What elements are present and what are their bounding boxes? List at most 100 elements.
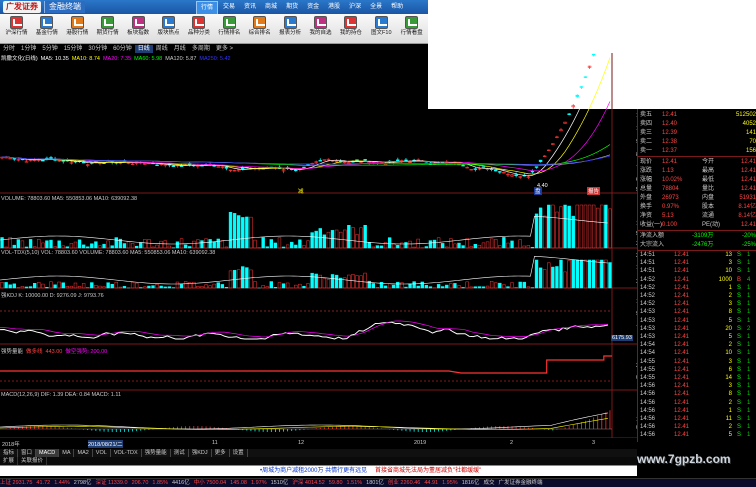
indicator-tab[interactable]: 设置 <box>230 449 248 457</box>
toolbar-button[interactable]: 行情看盘 <box>398 15 425 43</box>
chart-area[interactable]: 凯撒文化(日线) MA5: 10.35 MA10: 8.74 MA20: 7.35 MA… <box>0 53 651 448</box>
toolbar-button[interactable]: 图文F10 <box>368 15 395 43</box>
volume-bar <box>375 245 380 249</box>
period-tab[interactable]: 60分钟 <box>110 45 135 53</box>
period-tab[interactable]: 分时 <box>0 45 18 53</box>
indicator-tab[interactable]: 强KDJ <box>189 449 212 457</box>
ask-row[interactable]: 卖二 12.38 70 <box>640 138 756 146</box>
volume-bar <box>12 244 16 249</box>
period-tab[interactable]: 15分钟 <box>61 45 86 53</box>
menu-item[interactable]: 行情 <box>196 1 219 15</box>
toolbar-button[interactable]: 行情排名 <box>216 15 243 43</box>
ask-row[interactable]: 卖五 12.41 512502 <box>640 111 756 119</box>
indicator-tab[interactable]: 窗口 <box>18 449 37 457</box>
period-tab[interactable]: 周线 <box>153 45 171 53</box>
period-tab[interactable]: 5分钟 <box>39 45 60 53</box>
chart-canvas[interactable] <box>0 53 637 438</box>
period-tab[interactable]: 30分钟 <box>85 45 110 53</box>
volume-bar <box>65 246 69 249</box>
period-tab[interactable]: 多周期 <box>189 45 213 53</box>
menu-item[interactable]: 帮助 <box>387 1 407 15</box>
volume-bar <box>371 246 375 249</box>
toolbar-button[interactable]: 期货行情 <box>94 15 121 43</box>
menu-item[interactable]: 沪深 <box>345 1 365 15</box>
volume-bar <box>559 206 563 249</box>
menu-item[interactable]: 商城 <box>261 1 281 15</box>
info-value: 10.02% <box>662 177 683 183</box>
ma-value: MA20: 7.35 <box>102 56 132 62</box>
ask-row[interactable]: 卖四 12.40 4052 <box>640 120 756 128</box>
toolbar-button[interactable]: 我的持仓 <box>337 15 364 43</box>
news-item-1[interactable]: •周城为商户减租2000万 共情行更有远见 <box>260 466 367 476</box>
ask-row[interactable]: 卖三 12.39 141 <box>640 129 756 137</box>
info-value-2: 12.41 <box>740 168 756 174</box>
indicator-tab[interactable]: 测试 <box>171 449 189 457</box>
info-value-2: 8.14亿 <box>738 213 756 219</box>
toolbar-button[interactable]: 基金行情 <box>33 15 60 43</box>
menu-item[interactable]: 期货 <box>282 1 302 15</box>
menu-item[interactable]: 资金 <box>303 1 323 15</box>
indicator-tab[interactable]: MA2 <box>74 449 93 457</box>
indicator-tab[interactable]: MA <box>59 449 75 457</box>
toolbar-button[interactable]: 我的自选 <box>307 15 334 43</box>
indicator-tab[interactable]: 指标 <box>0 449 19 457</box>
volume-bar <box>81 244 86 249</box>
candle-body <box>8 157 12 160</box>
tick-count: 1 <box>747 399 751 406</box>
indicator-tab[interactable]: VOL-TDX <box>111 449 142 457</box>
toolbar-button[interactable]: 报表分析 <box>277 15 304 43</box>
vol-tdx-bar <box>4 282 8 289</box>
indicator-tab[interactable]: 更多 <box>212 449 230 457</box>
vol-tdx-bar <box>122 286 127 289</box>
indicator-tab[interactable]: VOL <box>93 449 111 457</box>
indicator-tab[interactable]: MACD <box>36 449 60 457</box>
tick-volume: 3 <box>728 358 732 365</box>
ask-row[interactable]: 卖一 12.37 156 <box>640 147 756 155</box>
ask-volume: 70 <box>749 139 756 145</box>
sub-tab[interactable]: 关联报价 <box>18 457 48 465</box>
tick-side: S <box>737 350 742 357</box>
menu-item[interactable]: 交易 <box>219 1 239 15</box>
volume-bar <box>322 234 327 249</box>
volume-bar <box>359 227 363 249</box>
toolbar-button[interactable]: 版块热点 <box>155 15 182 43</box>
ask-volume: 141 <box>745 130 756 136</box>
toolbar-button[interactable]: 沪深行情 <box>3 15 30 43</box>
tick-volume: 13 <box>725 252 732 258</box>
volume-bar <box>28 239 33 249</box>
macd-dea <box>0 418 608 430</box>
news-item-2[interactable]: 首接省商城先法局为董居减负"社都缓缓" <box>375 466 481 476</box>
toolbar-button[interactable]: 板块指数 <box>125 15 152 43</box>
toolbar-button[interactable]: 综合排名 <box>246 15 273 43</box>
period-tab[interactable]: 更多 > <box>213 45 236 53</box>
volume-bar <box>41 242 45 249</box>
indicator-tab[interactable]: 强势量能 <box>142 449 171 457</box>
period-tab[interactable]: 1分钟 <box>18 45 39 53</box>
volume-bar <box>294 244 298 249</box>
volume-bar <box>567 205 571 249</box>
toolbar-button[interactable]: 品种分类 <box>185 15 212 43</box>
volume-bar <box>163 240 167 249</box>
sub-tab[interactable]: 扩展 <box>0 457 19 465</box>
vol-tdx-bar <box>143 286 147 289</box>
info-value-2: 12.41 <box>740 177 756 183</box>
volume-bar <box>587 204 592 249</box>
tick-row: 14:56 12.41 8 S 1 <box>640 390 756 398</box>
volume-bar <box>400 242 404 249</box>
report-marker: 报告 <box>587 187 601 195</box>
tick-price: 12.41 <box>674 383 690 390</box>
volume-bar <box>86 246 90 249</box>
volume-bar <box>110 245 114 249</box>
toolbar-button[interactable]: 港股行情 <box>64 15 91 43</box>
tick-side: S <box>737 366 742 373</box>
period-tab[interactable]: 月线 <box>171 45 189 53</box>
tick-count: 1 <box>747 383 751 390</box>
period-tab[interactable]: 日线 <box>134 45 153 53</box>
volume-bar <box>506 242 510 249</box>
menu-item[interactable]: 港股 <box>324 1 344 15</box>
menu-item[interactable]: 全景 <box>366 1 386 15</box>
trend-short: 做空强势: 200.00 <box>65 349 108 355</box>
ma-value: MA250: 5.42 <box>199 56 231 62</box>
menu-item[interactable]: 资讯 <box>240 1 260 15</box>
news-ticker[interactable]: •周城为商户减租2000万 共情行更有远见 首接省商城先法局为董居减负"社都缓缓… <box>0 465 637 476</box>
